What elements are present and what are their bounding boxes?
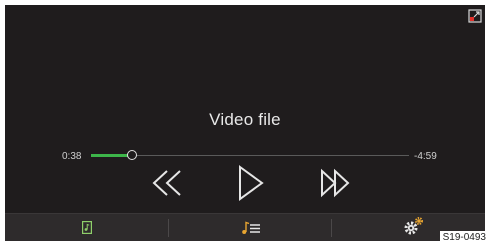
- media-player-screen: Video file 0:38 -4:59: [5, 5, 485, 241]
- tab-media-source[interactable]: [5, 214, 168, 241]
- play-icon: [239, 165, 264, 201]
- media-title: Video file: [209, 110, 281, 129]
- tab-playlist[interactable]: [169, 214, 331, 241]
- fullscreen-toggle-icon[interactable]: [468, 9, 482, 23]
- remaining-time: -4:59: [414, 151, 437, 162]
- progress-bar[interactable]: [91, 150, 409, 160]
- fast-forward-icon: [321, 168, 350, 198]
- fast-forward-button[interactable]: [317, 168, 353, 198]
- music-file-icon: [82, 221, 92, 234]
- settings-icon: [404, 217, 423, 235]
- rewind-button[interactable]: [150, 168, 186, 198]
- rewind-icon: [152, 170, 181, 196]
- progress-fill: [91, 154, 133, 157]
- play-button[interactable]: [237, 165, 265, 201]
- bottom-navigation-bar: [5, 213, 485, 241]
- figure-reference-label: S19-0493: [439, 231, 489, 245]
- elapsed-time: 0:38: [62, 151, 82, 162]
- playlist-icon: [242, 221, 260, 234]
- progress-handle[interactable]: [127, 150, 138, 160]
